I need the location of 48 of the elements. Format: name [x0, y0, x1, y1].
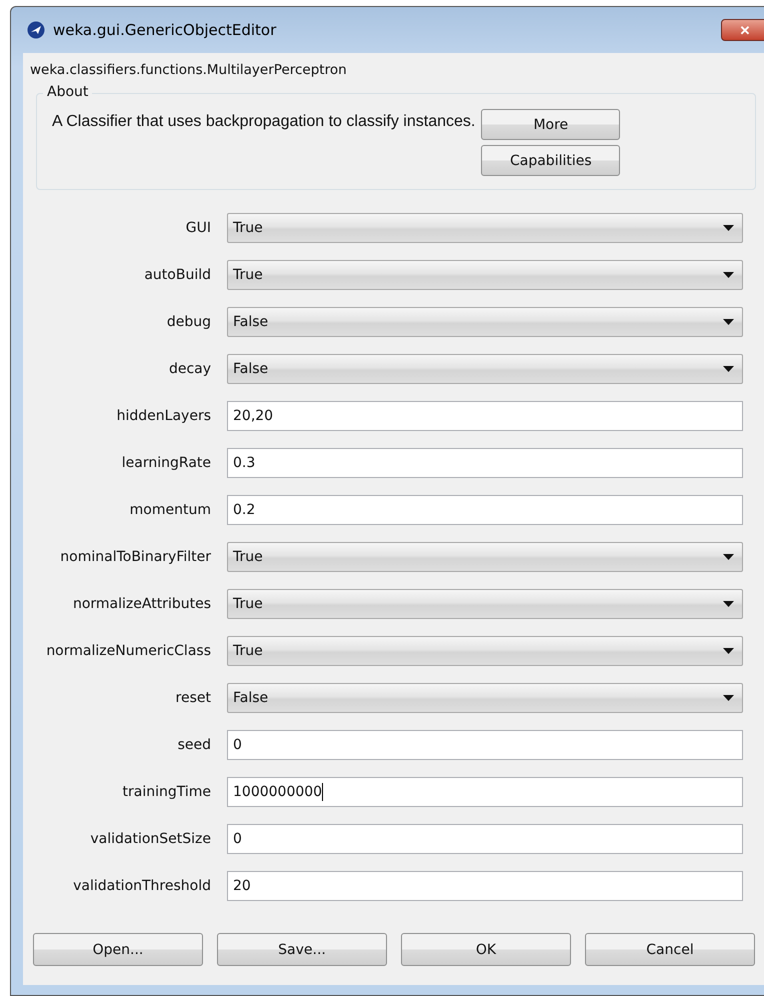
class-name: weka.classifiers.functions.MultilayerPerceptron	[29, 61, 348, 80]
caret-icon	[723, 366, 734, 372]
property-label: normalizeAttributes	[72, 596, 212, 612]
text-field[interactable]: 0	[227, 730, 743, 760]
dialog-button[interactable]: Cancel	[585, 933, 755, 966]
property-label: autoBuild	[143, 267, 212, 283]
dropdown[interactable]: False	[227, 354, 743, 384]
dialog-button[interactable]: OK	[401, 933, 571, 966]
property-label: reset	[174, 690, 212, 706]
dropdown[interactable]: True	[227, 542, 743, 572]
caret-icon	[723, 695, 734, 701]
dropdown[interactable]: False	[227, 307, 743, 337]
property-label: validationSetSize	[89, 831, 212, 847]
caret-icon	[723, 319, 734, 325]
text-field[interactable]: 0.3	[227, 448, 743, 478]
property-label: decay	[168, 361, 212, 377]
property-label: momentum	[128, 502, 212, 518]
text-field[interactable]: 0	[227, 824, 743, 854]
dropdown[interactable]: True	[227, 589, 743, 619]
caret-icon	[723, 648, 734, 654]
property-label: debug	[166, 314, 212, 330]
property-label: GUI	[184, 220, 212, 236]
dropdown[interactable]: True	[227, 213, 743, 243]
text-field[interactable]: 1000000000	[227, 777, 743, 807]
property-label: learningRate	[120, 455, 212, 471]
caret-icon	[723, 601, 734, 607]
caret-icon	[723, 554, 734, 560]
caret-icon	[723, 272, 734, 278]
property-label: normalizeNumericClass	[45, 643, 212, 659]
text-field[interactable]: 0.2	[227, 495, 743, 525]
description-text: A Classifier that uses backpropagation to classify instances.	[52, 113, 476, 131]
text-field[interactable]: 20	[227, 871, 743, 901]
dropdown[interactable]: True	[227, 260, 743, 290]
text-field[interactable]: 20,20	[227, 401, 743, 431]
window-title: weka.gui.GenericObjectEditor	[53, 21, 276, 39]
bird-icon	[27, 21, 45, 39]
dialog-button[interactable]: Save...	[217, 933, 387, 966]
caret-icon	[723, 225, 734, 231]
property-label: hiddenLayers	[116, 408, 212, 424]
about-button[interactable]: Capabilities	[481, 145, 620, 176]
property-label: nominalToBinaryFilter	[59, 549, 212, 565]
about-button[interactable]: More	[481, 109, 620, 140]
property-label: seed	[176, 737, 212, 753]
dropdown[interactable]: True	[227, 636, 743, 666]
property-label: trainingTime	[122, 784, 212, 800]
dialog-button[interactable]: Open...	[33, 933, 203, 966]
property-label: validationThreshold	[72, 878, 212, 894]
dropdown[interactable]: False	[227, 683, 743, 713]
